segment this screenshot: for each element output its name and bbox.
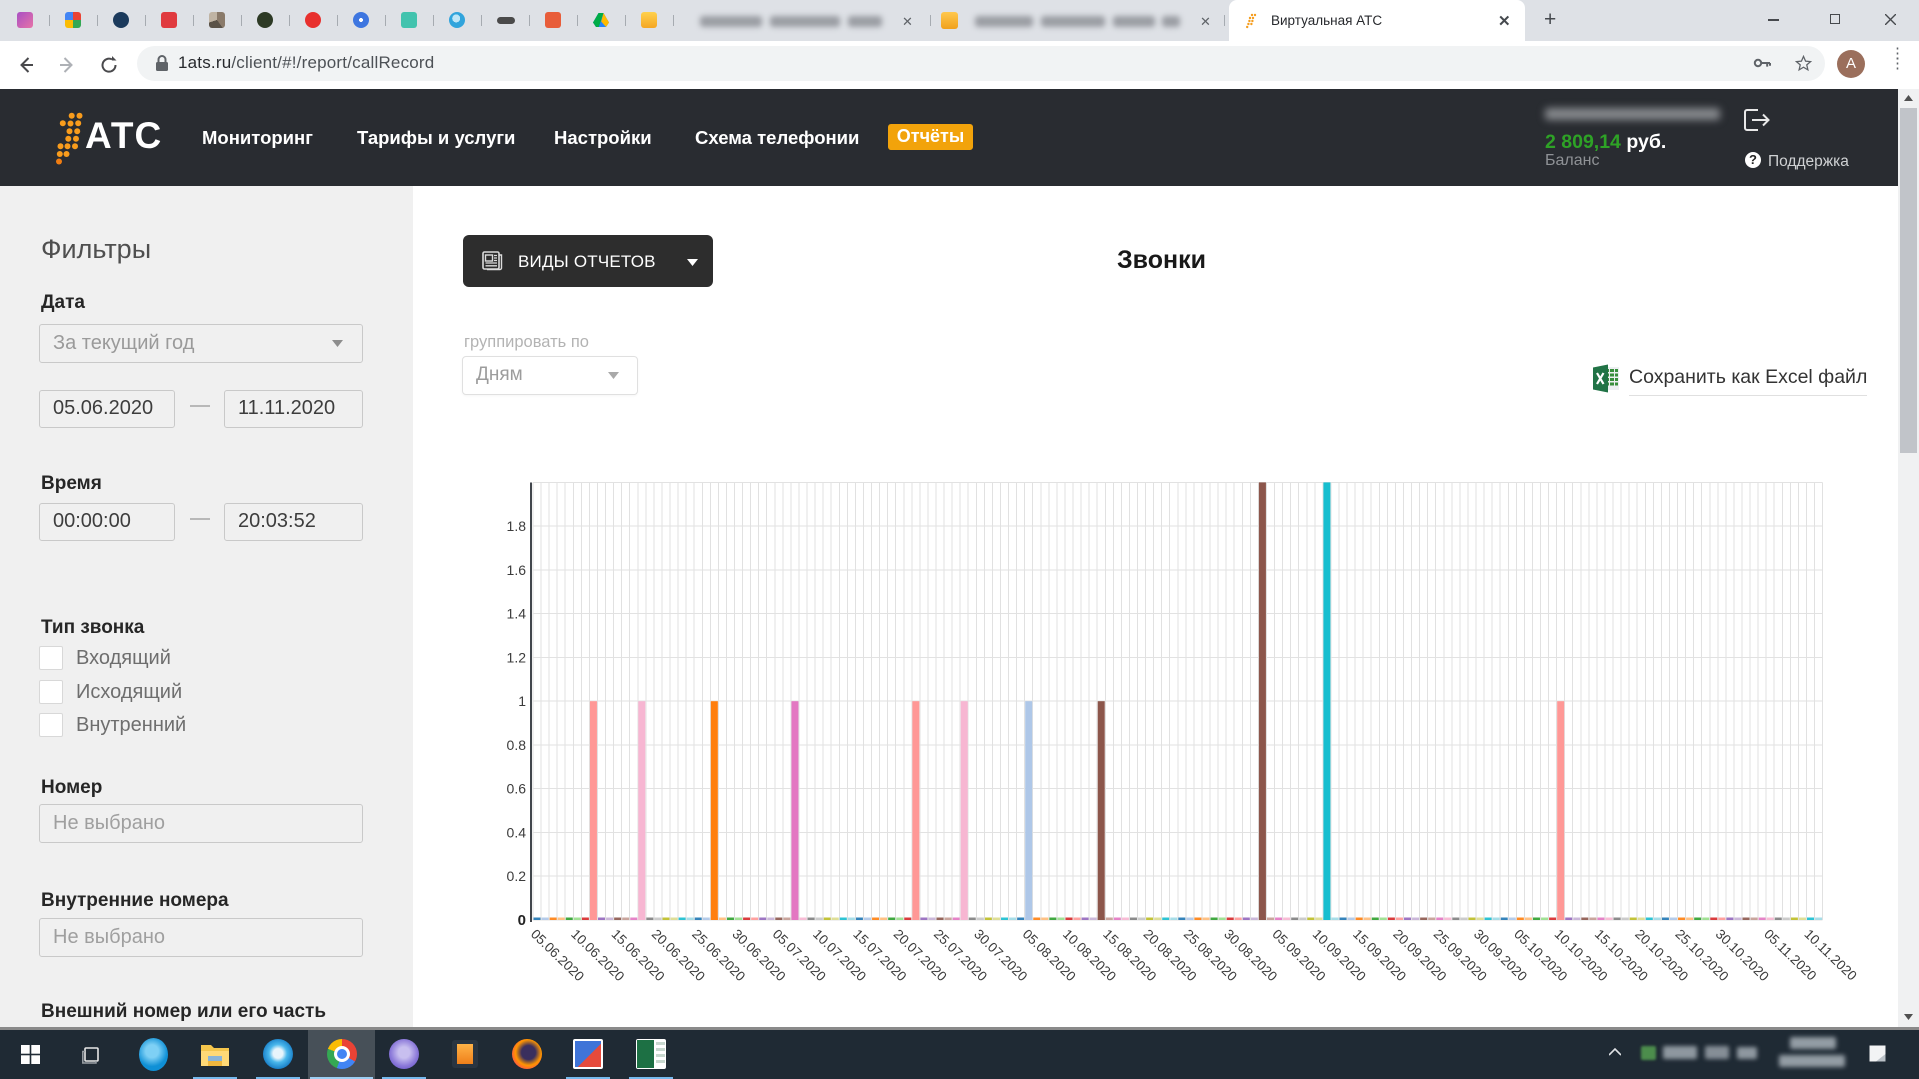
svg-text:0.6: 0.6 bbox=[507, 781, 527, 797]
svg-text:0.2: 0.2 bbox=[507, 868, 527, 884]
svg-text:1.6: 1.6 bbox=[507, 562, 527, 578]
svg-text:1: 1 bbox=[518, 693, 526, 709]
svg-text:0: 0 bbox=[518, 912, 526, 929]
svg-text:0.4: 0.4 bbox=[507, 825, 527, 841]
svg-text:1.8: 1.8 bbox=[507, 518, 527, 534]
svg-text:1.4: 1.4 bbox=[507, 606, 527, 622]
svg-text:0.8: 0.8 bbox=[507, 737, 527, 753]
svg-text:1.2: 1.2 bbox=[507, 649, 527, 665]
